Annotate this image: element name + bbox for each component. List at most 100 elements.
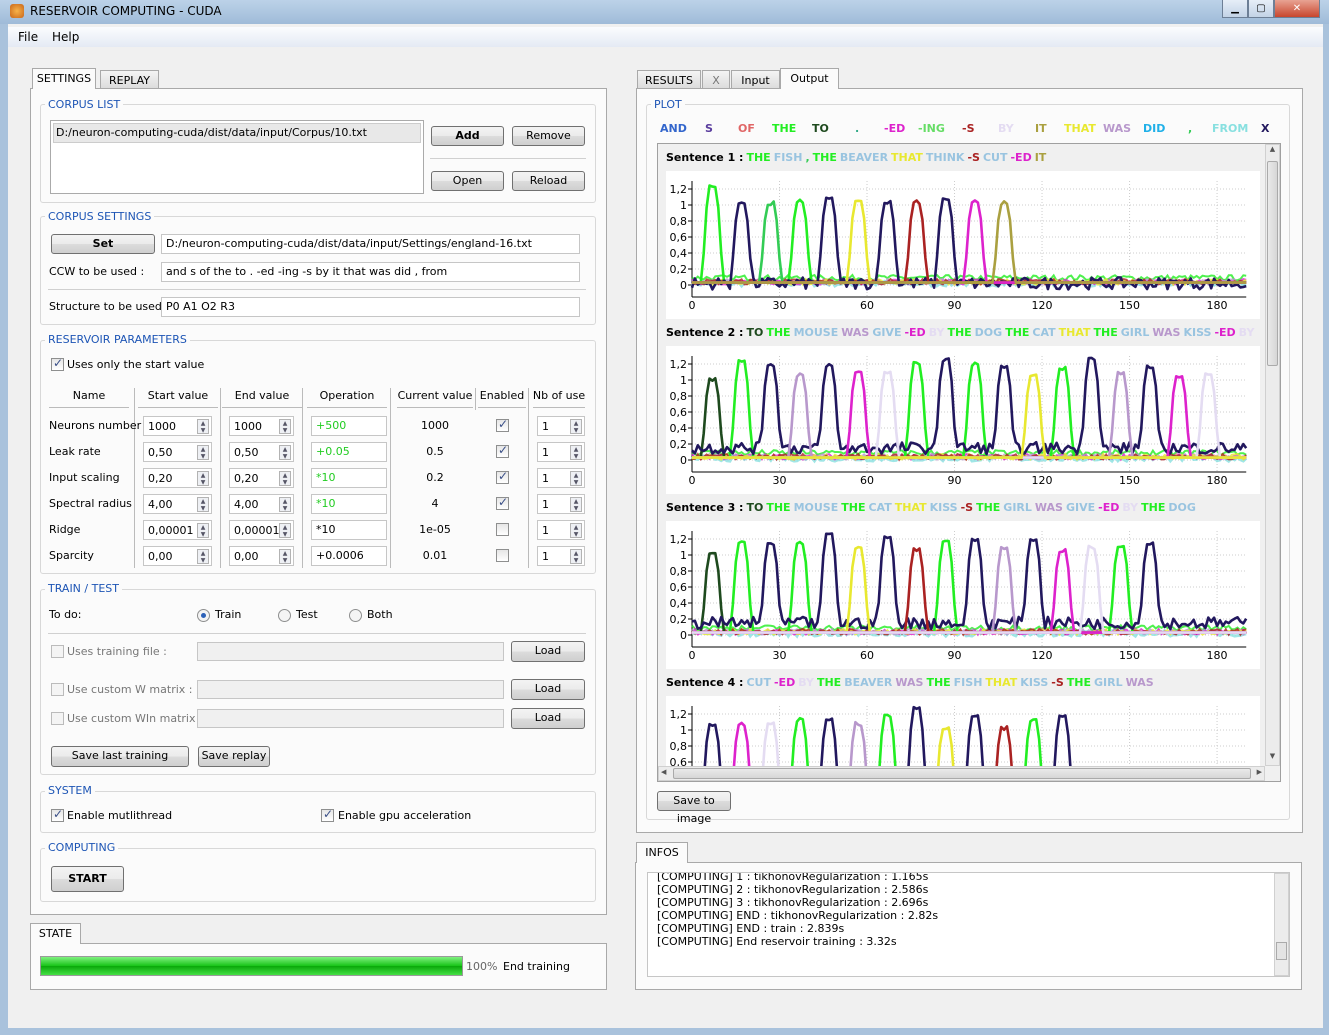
enabled-checkbox[interactable] xyxy=(496,549,509,562)
spin-arrows-icon[interactable]: ▲ ▼ xyxy=(570,445,582,460)
spin-arrows-icon[interactable]: ▲ ▼ xyxy=(197,497,209,512)
spin-arrows-icon[interactable]: ▲ ▼ xyxy=(279,419,291,434)
structure-field[interactable]: P0 A1 O2 R3 xyxy=(161,297,580,317)
start-value-spinbox[interactable]: 0,50 ▲ ▼ xyxy=(143,442,212,462)
save-to-image-button[interactable]: Save to image xyxy=(657,791,731,825)
tab-replay[interactable]: REPLAY xyxy=(100,70,159,88)
plot-scroll-area[interactable]: Sentence 1 : THE FISH, THE BEAVER THAT THINK -S… xyxy=(657,143,1281,782)
scroll-left-icon[interactable]: ◀ xyxy=(661,768,666,776)
add-button[interactable]: Add xyxy=(431,126,504,146)
nb-of-use-spinbox[interactable]: 1 ▲ ▼ xyxy=(537,468,585,488)
spin-arrows-icon[interactable]: ▲ ▼ xyxy=(279,445,291,460)
ccw-field[interactable]: and s of the to . -ed -ing -s by it that… xyxy=(161,262,580,282)
end-value-spinbox[interactable]: 0,50 ▲ ▼ xyxy=(229,442,294,462)
test-radio[interactable] xyxy=(278,609,291,622)
start-value-spinbox[interactable]: 0,00001 ▲ ▼ xyxy=(143,520,212,540)
operation-field[interactable]: *10 xyxy=(311,494,387,514)
spin-arrows-icon[interactable]: ▲ ▼ xyxy=(197,523,209,538)
corpus-list-item[interactable]: D:/neuron-computing-cuda/dist/data/input… xyxy=(53,123,421,143)
scroll-right-icon[interactable]: ▶ xyxy=(1257,768,1262,776)
training-file-field[interactable] xyxy=(197,642,504,661)
multithread-checkbox[interactable] xyxy=(51,807,64,822)
win-matrix-field[interactable] xyxy=(197,709,504,728)
spin-arrows-icon[interactable]: ▲ ▼ xyxy=(570,549,582,564)
training-file-checkbox[interactable] xyxy=(51,645,64,658)
operation-field[interactable]: *10 xyxy=(311,468,387,488)
infos-scrollbar[interactable] xyxy=(1274,873,1289,976)
nb-of-use-spinbox[interactable]: 1 ▲ ▼ xyxy=(537,546,585,566)
spin-arrows-icon[interactable]: ▲ ▼ xyxy=(197,471,209,486)
start-value-spinbox[interactable]: 1000 ▲ ▼ xyxy=(143,416,212,436)
gpu-checkbox[interactable] xyxy=(321,807,334,822)
operation-field[interactable]: *10 xyxy=(311,520,387,540)
operation-field[interactable]: +500 xyxy=(311,416,387,436)
end-value-spinbox[interactable]: 0,20 ▲ ▼ xyxy=(229,468,294,488)
enabled-checkbox[interactable] xyxy=(496,417,509,432)
tab-input[interactable]: Input xyxy=(731,70,780,88)
end-value-spinbox[interactable]: 4,00 ▲ ▼ xyxy=(229,494,294,514)
spin-arrows-icon[interactable]: ▲ ▼ xyxy=(570,471,582,486)
end-value-spinbox[interactable]: 0,00 ▲ ▼ xyxy=(229,546,294,566)
horizontal-scroll-thumb[interactable] xyxy=(673,768,1251,779)
spin-arrows-icon[interactable]: ▲ ▼ xyxy=(279,523,291,538)
open-button[interactable]: Open xyxy=(431,171,504,191)
w-matrix-checkbox[interactable] xyxy=(51,683,64,696)
vertical-scrollbar[interactable]: ▲ ▼ xyxy=(1265,144,1280,766)
tab-settings-active[interactable]: SETTINGS xyxy=(32,68,96,89)
start-value-spinbox[interactable]: 0,00 ▲ ▼ xyxy=(143,546,212,566)
load-training-file-button[interactable]: Load xyxy=(511,641,585,662)
nb-of-use-spinbox[interactable]: 1 ▲ ▼ xyxy=(537,442,585,462)
start-value-spinbox[interactable]: 0,20 ▲ ▼ xyxy=(143,468,212,488)
nb-of-use-spinbox[interactable]: 1 ▲ ▼ xyxy=(537,494,585,514)
infos-scroll-thumb[interactable] xyxy=(1276,942,1287,960)
settings-path-field[interactable]: D:/neuron-computing-cuda/dist/data/input… xyxy=(161,234,580,254)
set-button[interactable]: Set xyxy=(51,234,155,254)
tab-x[interactable]: X xyxy=(702,70,730,88)
uses-start-value-checkbox[interactable] xyxy=(51,356,64,371)
nb-of-use-spinbox[interactable]: 1 ▲ ▼ xyxy=(537,416,585,436)
spin-arrows-icon[interactable]: ▲ ▼ xyxy=(197,445,209,460)
spin-arrows-icon[interactable]: ▲ ▼ xyxy=(279,497,291,512)
spin-arrows-icon[interactable]: ▲ ▼ xyxy=(279,471,291,486)
end-value-spinbox[interactable]: 1000 ▲ ▼ xyxy=(229,416,294,436)
save-replay-button[interactable]: Save replay xyxy=(198,746,270,767)
start-value-spinbox[interactable]: 4,00 ▲ ▼ xyxy=(143,494,212,514)
train-radio[interactable] xyxy=(197,609,210,622)
corpus-listbox[interactable]: D:/neuron-computing-cuda/dist/data/input… xyxy=(50,120,424,194)
menu-file[interactable]: File xyxy=(18,30,38,44)
spin-arrows-icon[interactable]: ▲ ▼ xyxy=(279,549,291,564)
end-value-spinbox[interactable]: 0,00001 ▲ ▼ xyxy=(229,520,294,540)
enabled-checkbox[interactable] xyxy=(496,523,509,536)
load-w-matrix-button[interactable]: Load xyxy=(511,679,585,700)
spin-arrows-icon[interactable]: ▲ ▼ xyxy=(570,497,582,512)
enabled-checkbox[interactable] xyxy=(496,495,509,510)
operation-field[interactable]: +0.05 xyxy=(311,442,387,462)
menu-help[interactable]: Help xyxy=(52,30,79,44)
enabled-checkbox[interactable] xyxy=(496,469,509,484)
spin-arrows-icon[interactable]: ▲ ▼ xyxy=(570,419,582,434)
scroll-down-icon[interactable]: ▼ xyxy=(1266,752,1279,765)
both-radio[interactable] xyxy=(349,609,362,622)
tab-results[interactable]: RESULTS xyxy=(637,70,701,88)
reload-button[interactable]: Reload xyxy=(512,171,585,191)
remove-button[interactable]: Remove xyxy=(512,126,585,146)
start-button[interactable]: START xyxy=(51,866,124,892)
save-last-training-button[interactable]: Save last training xyxy=(51,746,189,767)
nb-of-use-spinbox[interactable]: 1 ▲ ▼ xyxy=(537,520,585,540)
tab-state[interactable]: STATE xyxy=(30,923,81,944)
load-win-matrix-button[interactable]: Load xyxy=(511,708,585,729)
tab-infos[interactable]: INFOS xyxy=(636,842,688,863)
close-button[interactable]: ✕ xyxy=(1274,0,1320,18)
spin-arrows-icon[interactable]: ▲ ▼ xyxy=(197,419,209,434)
enabled-checkbox[interactable] xyxy=(496,443,509,458)
scroll-up-icon[interactable]: ▲ xyxy=(1266,145,1279,158)
operation-field[interactable]: +0.0006 xyxy=(311,546,387,566)
infos-log[interactable]: [COMPUTING] 1 : tikhonovRegularization :… xyxy=(647,872,1290,977)
minimize-button[interactable]: ▁ xyxy=(1222,0,1248,18)
horizontal-scrollbar[interactable]: ◀ ▶ xyxy=(658,766,1265,781)
maximize-button[interactable]: ▢ xyxy=(1248,0,1274,18)
w-matrix-field[interactable] xyxy=(197,680,504,699)
spin-arrows-icon[interactable]: ▲ ▼ xyxy=(197,549,209,564)
vertical-scroll-thumb[interactable] xyxy=(1267,161,1278,366)
win-matrix-checkbox[interactable] xyxy=(51,712,64,725)
